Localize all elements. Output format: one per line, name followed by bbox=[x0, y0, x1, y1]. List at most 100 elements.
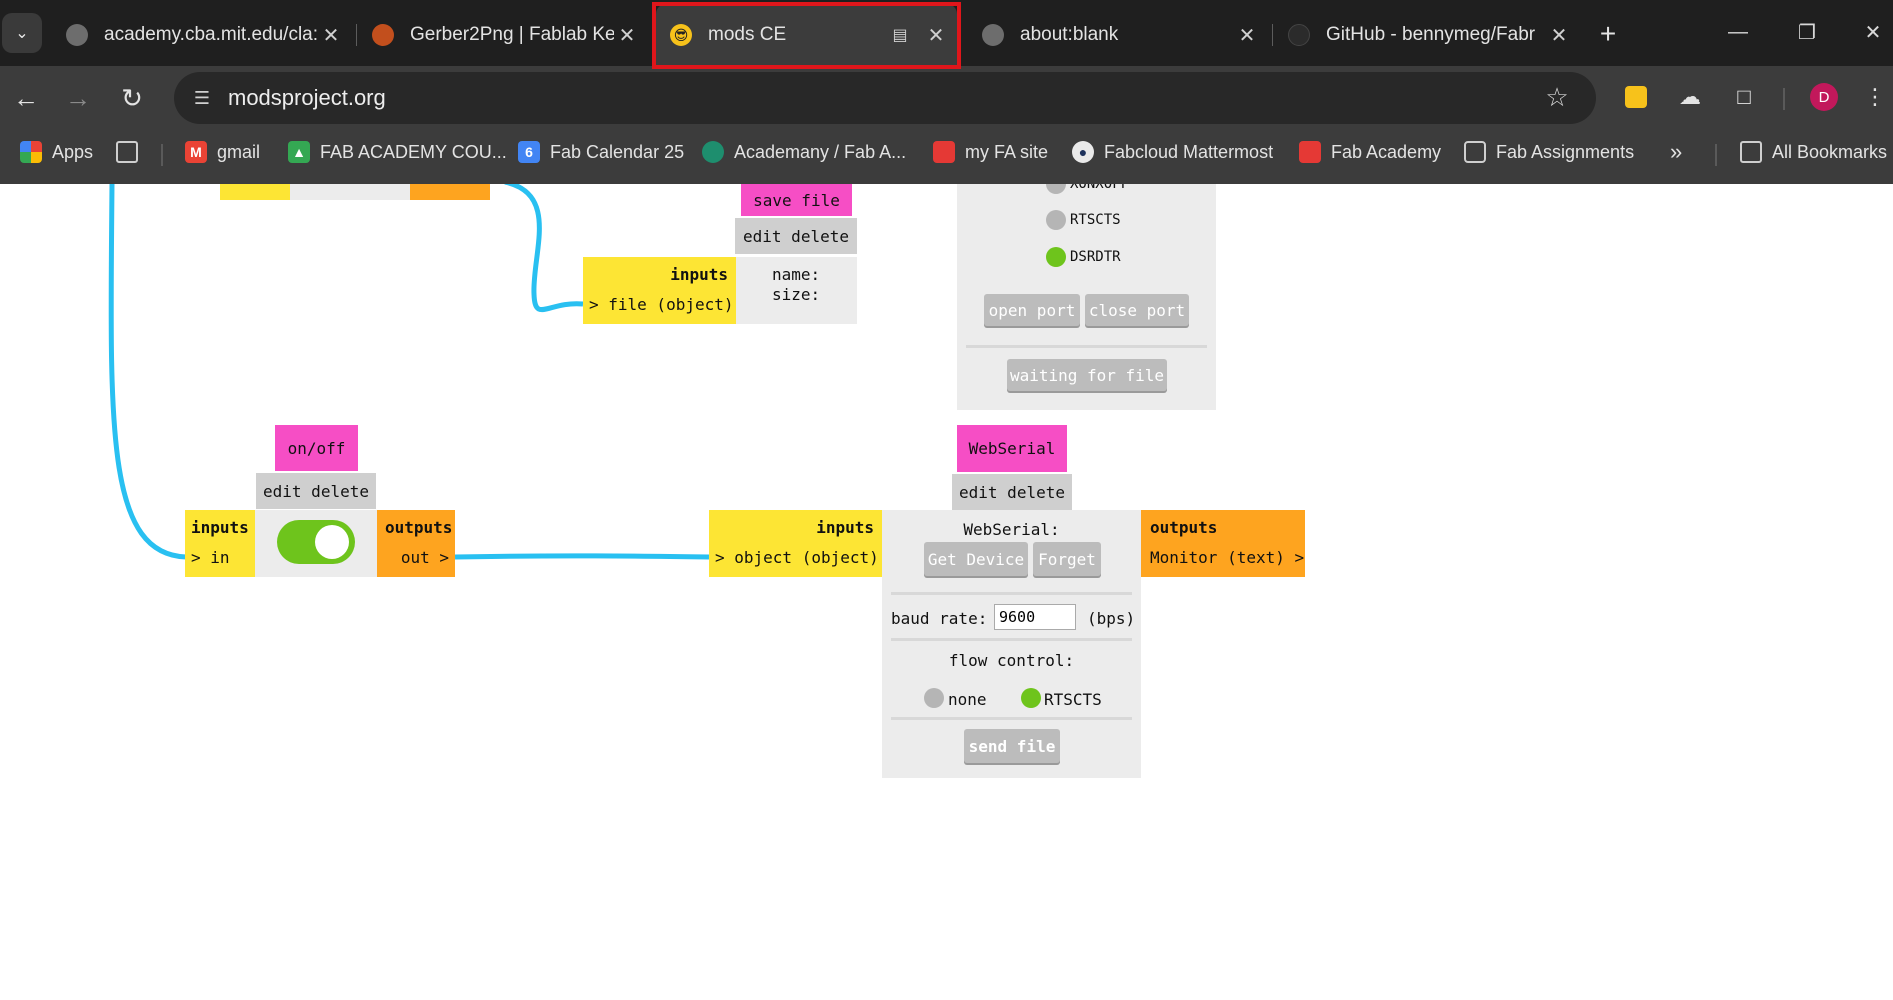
reload-button[interactable]: ↻ bbox=[114, 80, 150, 116]
bookmark-fabcloud-mattermost[interactable]: ● Fabcloud Mattermost bbox=[1072, 138, 1273, 166]
cloud-extension-button[interactable]: ☁ bbox=[1673, 80, 1707, 114]
radio-flow-rtscts[interactable] bbox=[1021, 688, 1041, 708]
minimize-icon: — bbox=[1728, 20, 1748, 43]
reading-mode-icon[interactable]: ▤ bbox=[885, 25, 915, 45]
baud-rate-label: baud rate: bbox=[891, 609, 988, 628]
url-text[interactable]: modsproject.org bbox=[228, 85, 386, 111]
send-file-button[interactable]: send file bbox=[964, 729, 1060, 763]
avatar: D bbox=[1810, 83, 1838, 111]
mattermost-icon: ● bbox=[1072, 141, 1094, 163]
onoff-panel bbox=[255, 510, 377, 577]
bookmark-star-icon[interactable]: ☆ bbox=[1542, 82, 1572, 112]
wire-left-loop[interactable] bbox=[108, 184, 187, 560]
webserial-heading: WebSerial: bbox=[963, 520, 1060, 539]
tab-gerber2png[interactable]: Gerber2Png | Fablab Kera ✕ bbox=[358, 10, 648, 60]
close-port-button[interactable]: close port bbox=[1085, 294, 1189, 326]
bookmark-gmail[interactable]: M gmail bbox=[185, 138, 260, 166]
close-icon[interactable]: ✕ bbox=[614, 23, 640, 48]
output-port-monitor[interactable]: Monitor (text) > bbox=[1150, 548, 1304, 567]
get-device-button[interactable]: Get Device bbox=[924, 542, 1028, 576]
wire-to-save-file[interactable] bbox=[504, 184, 584, 313]
divider bbox=[891, 638, 1132, 641]
cloud-icon: ☁ bbox=[1679, 84, 1701, 109]
xonxoff-label: XONXOFF bbox=[1070, 184, 1130, 192]
dsrdtr-label: DSRDTR bbox=[1070, 249, 1121, 265]
close-icon[interactable]: ✕ bbox=[1546, 23, 1572, 48]
waiting-for-file-button[interactable]: waiting for file bbox=[1007, 359, 1167, 391]
bookmark-fab-calendar[interactable]: 6 Fab Calendar 25 bbox=[518, 138, 684, 166]
onoff-inputs: inputs > in bbox=[185, 510, 255, 577]
baud-rate-input[interactable] bbox=[994, 604, 1076, 630]
tab-search-button[interactable]: ⌄ bbox=[2, 13, 42, 53]
fab-academy-logo-icon bbox=[933, 141, 955, 163]
keep-extension-button[interactable] bbox=[1619, 80, 1653, 114]
radio-dsrdtr[interactable] bbox=[1046, 247, 1066, 267]
grid-icon bbox=[116, 141, 138, 163]
radio-xonxoff[interactable] bbox=[1046, 184, 1066, 194]
radio-rtscts[interactable] bbox=[1046, 210, 1066, 230]
input-port-file[interactable]: > file (object) bbox=[589, 295, 734, 314]
open-port-button[interactable]: open port bbox=[984, 294, 1080, 326]
mods-canvas[interactable]: save file edit delete inputs > file (obj… bbox=[0, 184, 1893, 1000]
input-port-in[interactable]: > in bbox=[191, 548, 230, 567]
new-tab-button[interactable]: + bbox=[1590, 16, 1626, 52]
bookmark-divider bbox=[1715, 144, 1717, 166]
academany-icon bbox=[702, 141, 724, 163]
tab-title: mods CE bbox=[708, 24, 787, 45]
tab-github[interactable]: GitHub - bennymeg/Fabr ✕ bbox=[1274, 10, 1580, 60]
forget-button[interactable]: Forget bbox=[1033, 542, 1101, 576]
flow-control-label: flow control: bbox=[948, 651, 1075, 670]
tab-academy[interactable]: academy.cba.mit.edu/cla: ✕ bbox=[52, 10, 352, 60]
webserial-title[interactable]: WebSerial bbox=[957, 425, 1067, 472]
menu-button[interactable]: ⋮ bbox=[1860, 80, 1890, 114]
onoff-title[interactable]: on/off bbox=[275, 425, 358, 471]
onoff-edit-delete[interactable]: edit delete bbox=[256, 473, 376, 509]
output-port-out[interactable]: out > bbox=[401, 548, 449, 567]
profile-button[interactable]: D bbox=[1807, 80, 1841, 114]
onoff-outputs: outputs out > bbox=[377, 510, 455, 577]
minimize-button[interactable]: — bbox=[1716, 12, 1760, 52]
kebab-menu-icon: ⋮ bbox=[1864, 84, 1886, 109]
more-bookmarks-button[interactable]: » bbox=[1670, 138, 1682, 166]
toggle-knob bbox=[315, 525, 349, 559]
forward-button[interactable]: → bbox=[60, 80, 96, 116]
webserial-edit-delete[interactable]: edit delete bbox=[952, 474, 1072, 510]
close-icon[interactable]: ✕ bbox=[1234, 23, 1260, 48]
close-icon[interactable]: ✕ bbox=[318, 23, 344, 48]
bookmark-fab-academy-course[interactable]: ▲ FAB ACADEMY COU... bbox=[288, 138, 507, 166]
onoff-toggle[interactable] bbox=[277, 520, 355, 564]
radio-flow-none[interactable] bbox=[924, 688, 944, 708]
divider bbox=[891, 717, 1132, 720]
save-file-edit-delete[interactable]: edit delete bbox=[735, 218, 857, 254]
restore-button[interactable]: ❐ bbox=[1785, 12, 1829, 52]
close-window-button[interactable]: ✕ bbox=[1854, 12, 1892, 52]
close-icon: ✕ bbox=[1864, 21, 1882, 44]
fablab-kerala-icon bbox=[372, 24, 394, 46]
bookmark-label: gmail bbox=[217, 141, 261, 162]
tab-mods-ce[interactable]: 😎 mods CE ▤ ✕ bbox=[656, 4, 957, 66]
globe-icon bbox=[66, 24, 88, 46]
browser-chrome: ⌄ academy.cba.mit.edu/cla: ✕ Gerber2Png … bbox=[0, 0, 1893, 184]
back-button[interactable]: ← bbox=[8, 80, 44, 116]
tab-about-blank[interactable]: about:blank ✕ bbox=[968, 10, 1268, 60]
input-port-object[interactable]: > object (object) bbox=[715, 548, 879, 567]
close-icon[interactable]: ✕ bbox=[923, 23, 949, 48]
bookmark-apps[interactable]: Apps bbox=[20, 138, 93, 166]
wire-onoff-to-webserial[interactable] bbox=[454, 553, 710, 560]
save-file-title[interactable]: save file bbox=[741, 184, 852, 216]
tab-groups-button[interactable] bbox=[116, 138, 148, 166]
site-info-icon[interactable]: ☰ bbox=[188, 84, 216, 112]
extensions-button[interactable]: □ bbox=[1727, 80, 1761, 114]
flow-rtscts-label: RTSCTS bbox=[1044, 690, 1102, 709]
tab-title: GitHub - bennymeg/Fabr bbox=[1326, 24, 1536, 45]
bookmark-my-fa-site[interactable]: my FA site bbox=[933, 138, 1048, 166]
calendar-icon: 6 bbox=[518, 141, 540, 163]
divider bbox=[891, 592, 1132, 595]
bookmark-fab-assignments[interactable]: Fab Assignments bbox=[1464, 138, 1634, 166]
all-bookmarks-button[interactable]: All Bookmarks bbox=[1740, 138, 1887, 166]
bookmark-fab-academy[interactable]: Fab Academy bbox=[1299, 138, 1441, 166]
address-bar[interactable]: ☰ modsproject.org ☆ bbox=[174, 72, 1596, 124]
bookmark-divider bbox=[161, 144, 163, 166]
bookmark-academany[interactable]: Academany / Fab A... bbox=[702, 138, 906, 166]
inputs-label: inputs bbox=[670, 265, 728, 284]
